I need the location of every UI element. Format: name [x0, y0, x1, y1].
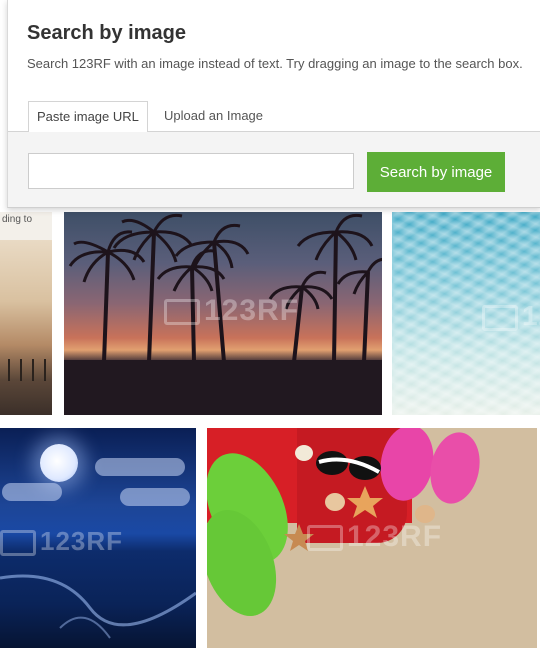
watermark: 123RF	[0, 526, 123, 557]
ground-silhouette	[64, 360, 382, 415]
watermark: 123RF	[482, 300, 540, 332]
watermark: 123RF	[164, 294, 299, 328]
watermark: 123RF	[307, 520, 442, 554]
thumbnail-sunset-fence[interactable]: ding to	[0, 212, 52, 415]
search-by-image-button[interactable]: Search by image	[367, 152, 505, 192]
modal-description: Search 123RF with an image instead of te…	[27, 56, 523, 71]
thumbnail-clear-water[interactable]: 123RF	[392, 212, 540, 415]
thumbnail-beach-flipflops[interactable]: 123RF	[207, 428, 537, 648]
thumbnail-palm-trees[interactable]: 123RF	[64, 212, 382, 415]
caption-fragment: ding to	[2, 214, 33, 225]
url-panel: Search by image	[8, 132, 540, 207]
image-url-input[interactable]	[28, 153, 354, 189]
tab-upload-image[interactable]: Upload an Image	[156, 101, 271, 131]
tab-paste-image-url[interactable]: Paste image URL	[28, 101, 148, 134]
search-by-image-modal: Search by image Search 123RF with an ima…	[7, 0, 540, 208]
modal-title: Search by image	[27, 22, 186, 44]
sunset-fence-image	[0, 240, 52, 415]
thumbnail-moon-sea[interactable]: 123RF	[0, 428, 196, 648]
